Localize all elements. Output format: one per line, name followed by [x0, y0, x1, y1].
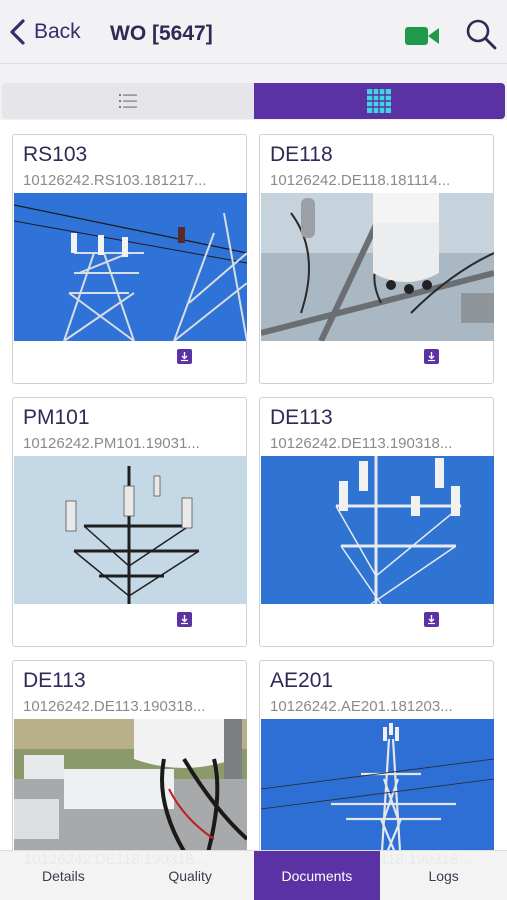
download-button[interactable]	[424, 612, 439, 627]
document-filename: 10126242.DE118.181114...	[270, 172, 451, 189]
document-title: DE118	[270, 143, 333, 166]
document-card[interactable]: DE113 10126242.DE113.190318...	[12, 660, 247, 850]
document-thumbnail	[14, 456, 247, 604]
download-button[interactable]	[177, 612, 192, 627]
back-label: Back	[34, 20, 81, 43]
document-title: AE201	[270, 669, 334, 692]
document-card[interactable]: PM101 10126242.PM101.19031...	[12, 397, 247, 647]
document-card[interactable]: RS103 10126242.RS103.181217...	[12, 134, 247, 384]
document-title: DE113	[23, 669, 86, 692]
search-icon[interactable]	[465, 18, 497, 50]
document-title: DE113	[270, 406, 333, 429]
document-filename: 10126242.PM101.19031...	[23, 435, 200, 452]
tab-label: Documents	[281, 868, 353, 884]
document-grid: RS103 10126242.RS103.181217... DE118 101…	[0, 120, 507, 850]
document-thumbnail	[261, 456, 494, 604]
download-icon	[181, 615, 188, 625]
document-title: PM101	[23, 406, 90, 429]
list-view-button[interactable]	[2, 83, 254, 119]
document-thumbnail	[261, 193, 494, 341]
tab-logs[interactable]: Logs	[380, 851, 507, 900]
tab-details[interactable]: Details	[0, 851, 127, 900]
document-filename: 10126242.RS103.181217...	[23, 172, 207, 189]
page-title: WO [5647]	[110, 22, 213, 45]
download-icon	[428, 615, 435, 625]
tab-label: Logs	[428, 868, 459, 884]
bottom-tab-bar: Details Quality Documents Logs	[0, 850, 507, 900]
tab-label: Details	[41, 868, 85, 884]
download-icon	[428, 352, 435, 362]
list-icon	[118, 94, 137, 108]
back-button[interactable]: Back	[8, 18, 81, 46]
download-button[interactable]	[177, 349, 192, 364]
view-toggle	[2, 83, 505, 119]
document-thumbnail	[14, 719, 247, 850]
document-filename: 10126242.AE201.181203...	[270, 698, 453, 715]
download-button[interactable]	[424, 349, 439, 364]
document-card[interactable]: DE118 10126242.DE118.181114...	[259, 134, 494, 384]
document-filename: 10126242.DE113.190318...	[23, 698, 206, 715]
header-bar: Back WO [5647]	[0, 0, 507, 64]
document-filename: 10126242.DE113.190318...	[270, 435, 453, 452]
document-thumbnail	[261, 719, 494, 850]
document-thumbnail	[14, 193, 247, 341]
tab-documents[interactable]: Documents	[253, 851, 381, 900]
chevron-left-icon	[10, 19, 25, 45]
grid-icon	[367, 89, 392, 113]
app-screen: Back WO [5647] RS103 10126242.RS103.1812…	[0, 0, 507, 900]
tab-quality[interactable]: Quality	[127, 851, 254, 900]
grid-view-button[interactable]	[253, 83, 505, 119]
video-camera-icon[interactable]	[404, 24, 440, 48]
document-card[interactable]: AE201 10126242.AE201.181203...	[259, 660, 494, 850]
document-card[interactable]: DE113 10126242.DE113.190318...	[259, 397, 494, 647]
tab-label: Quality	[168, 868, 212, 884]
document-title: RS103	[23, 143, 88, 166]
download-icon	[181, 352, 188, 362]
